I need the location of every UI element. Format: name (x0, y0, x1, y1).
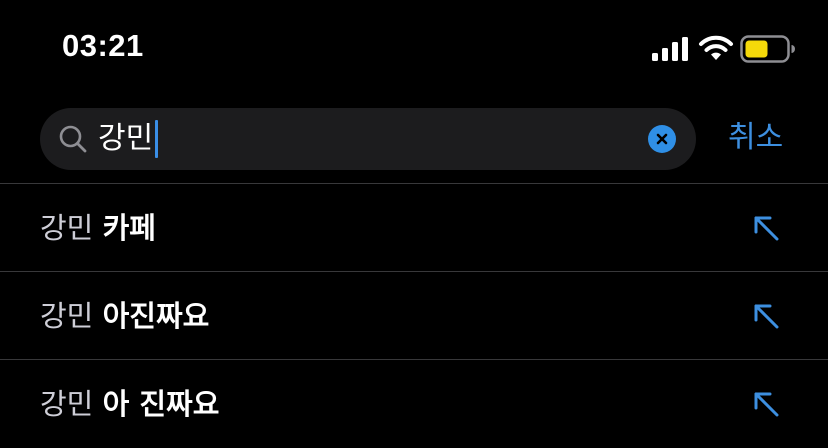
search-input-value: 강민 (98, 121, 154, 156)
text-caret (155, 120, 159, 158)
battery-icon (740, 35, 795, 63)
clear-icon (656, 133, 668, 145)
status-time: 03:21 (62, 28, 144, 63)
suggestion-query: 강민 (40, 211, 94, 245)
search-field[interactable]: 강민 (40, 108, 696, 170)
clear-button[interactable] (648, 125, 676, 153)
suggestion-item[interactable]: 강민 아 진짜요 (0, 359, 828, 447)
cellular-signal-icon (652, 37, 688, 61)
wifi-icon (699, 35, 733, 60)
suggestion-item[interactable]: 강민 카페 (0, 183, 828, 271)
suggestion-completion: 카페 (102, 211, 156, 245)
suggestion-label: 강민 아 진짜요 (40, 360, 219, 448)
suggestion-completion: 아진짜요 (102, 299, 210, 333)
suggestion-query: 강민 (40, 387, 94, 421)
arrow-up-left-icon[interactable] (752, 390, 782, 420)
search-icon (59, 125, 87, 153)
suggestion-query: 강민 (40, 299, 94, 333)
status-bar: 03:21 (0, 0, 828, 100)
arrow-up-left-icon[interactable] (752, 302, 782, 332)
arrow-up-left-icon[interactable] (752, 214, 782, 244)
cancel-button[interactable]: 취소 (728, 116, 783, 160)
suggestion-completion: 아 진짜요 (102, 387, 220, 421)
search-input[interactable]: 강민 (98, 119, 159, 159)
suggestion-label: 강민 아진짜요 (40, 272, 209, 360)
suggestion-list: 강민 카페 강민 아진짜요 강민 아 진짜요 (0, 183, 828, 447)
suggestion-item[interactable]: 강민 아진짜요 (0, 271, 828, 359)
suggestion-label: 강민 카페 (40, 184, 156, 272)
